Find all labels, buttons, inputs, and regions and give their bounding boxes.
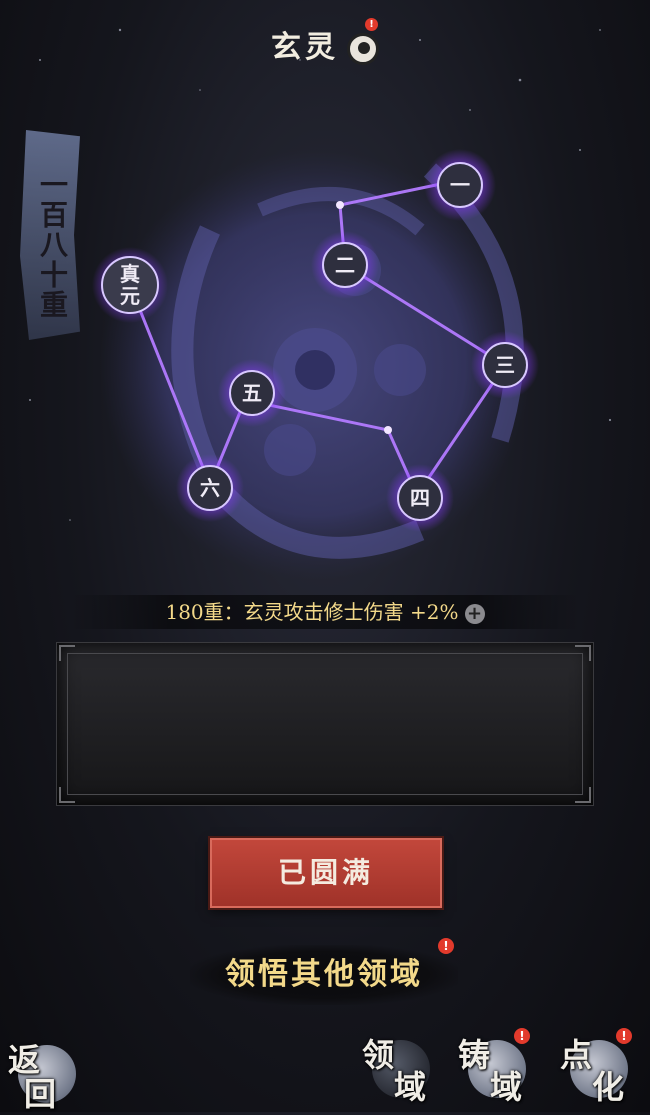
frame-corner bbox=[575, 787, 591, 803]
forge-domain-button-label-b: 域 bbox=[490, 1068, 523, 1106]
description-panel bbox=[56, 642, 594, 806]
forge-domain-button-label-a: 铸 bbox=[458, 1036, 491, 1074]
domain-button-label-b: 域 bbox=[394, 1068, 427, 1106]
node-3[interactable]: 三 bbox=[471, 331, 539, 399]
refine-button-label-b: 化 bbox=[592, 1068, 625, 1106]
node-5-label: 五 bbox=[242, 381, 262, 405]
node-4[interactable]: 四 bbox=[386, 464, 454, 532]
node-6[interactable]: 六 bbox=[176, 454, 244, 522]
node-4-label: 四 bbox=[410, 486, 430, 510]
description-frame bbox=[67, 653, 583, 795]
node-5[interactable]: 五 bbox=[218, 359, 286, 427]
completed-button[interactable]: 已圆满 bbox=[210, 838, 442, 908]
node-zhenyuan[interactable]: 真 元 bbox=[92, 247, 168, 323]
link-joint bbox=[384, 426, 392, 434]
node-2[interactable]: 二 bbox=[311, 231, 379, 299]
node-3-label: 三 bbox=[495, 353, 515, 377]
title-bar: 玄灵 bbox=[0, 22, 650, 69]
rank-label: 一百八十重 bbox=[36, 170, 69, 320]
forge-alert-badge: ! bbox=[514, 1028, 530, 1044]
node-2-label: 二 bbox=[335, 253, 355, 277]
refine-alert-badge: ! bbox=[616, 1028, 632, 1044]
page-title: 玄灵 bbox=[271, 30, 339, 65]
back-button[interactable]: 返 回 bbox=[8, 1035, 78, 1113]
frame-corner bbox=[59, 787, 75, 803]
frame-corner bbox=[59, 645, 75, 661]
other-domains-alert-badge: ! bbox=[438, 938, 454, 954]
domain-button-label-a: 领 bbox=[362, 1036, 395, 1074]
frame-corner bbox=[575, 645, 591, 661]
domain-button[interactable]: 领 域 bbox=[362, 1030, 432, 1106]
node-1-label: 一 bbox=[450, 173, 470, 197]
link-joint bbox=[336, 201, 344, 209]
back-button-label-b: 回 bbox=[24, 1075, 57, 1113]
stat-bonus-text: 180重：玄灵攻击修士伤害 +2% bbox=[165, 600, 459, 624]
plus-icon[interactable]: + bbox=[464, 603, 485, 624]
yin-yang-icon[interactable] bbox=[347, 32, 379, 65]
constellation-diagram: 真 元 一 二 三 四 五 六 bbox=[92, 149, 539, 580]
stat-bonus-line: 180重：玄灵攻击修士伤害 +2% + bbox=[70, 595, 580, 629]
node-6-label: 六 bbox=[200, 476, 220, 500]
node-zhenyuan-label-a: 真 bbox=[120, 262, 140, 286]
refine-button[interactable]: 点 化 ! bbox=[560, 1028, 632, 1106]
title-alert-badge: ! bbox=[365, 18, 378, 31]
forge-domain-button[interactable]: 铸 域 ! bbox=[458, 1028, 530, 1106]
refine-button-label-a: 点 bbox=[560, 1036, 593, 1074]
node-zhenyuan-label-b: 元 bbox=[120, 284, 140, 308]
comprehend-other-domains-button[interactable]: 领悟其他领域 bbox=[190, 945, 458, 1005]
node-1[interactable]: 一 bbox=[424, 149, 496, 221]
